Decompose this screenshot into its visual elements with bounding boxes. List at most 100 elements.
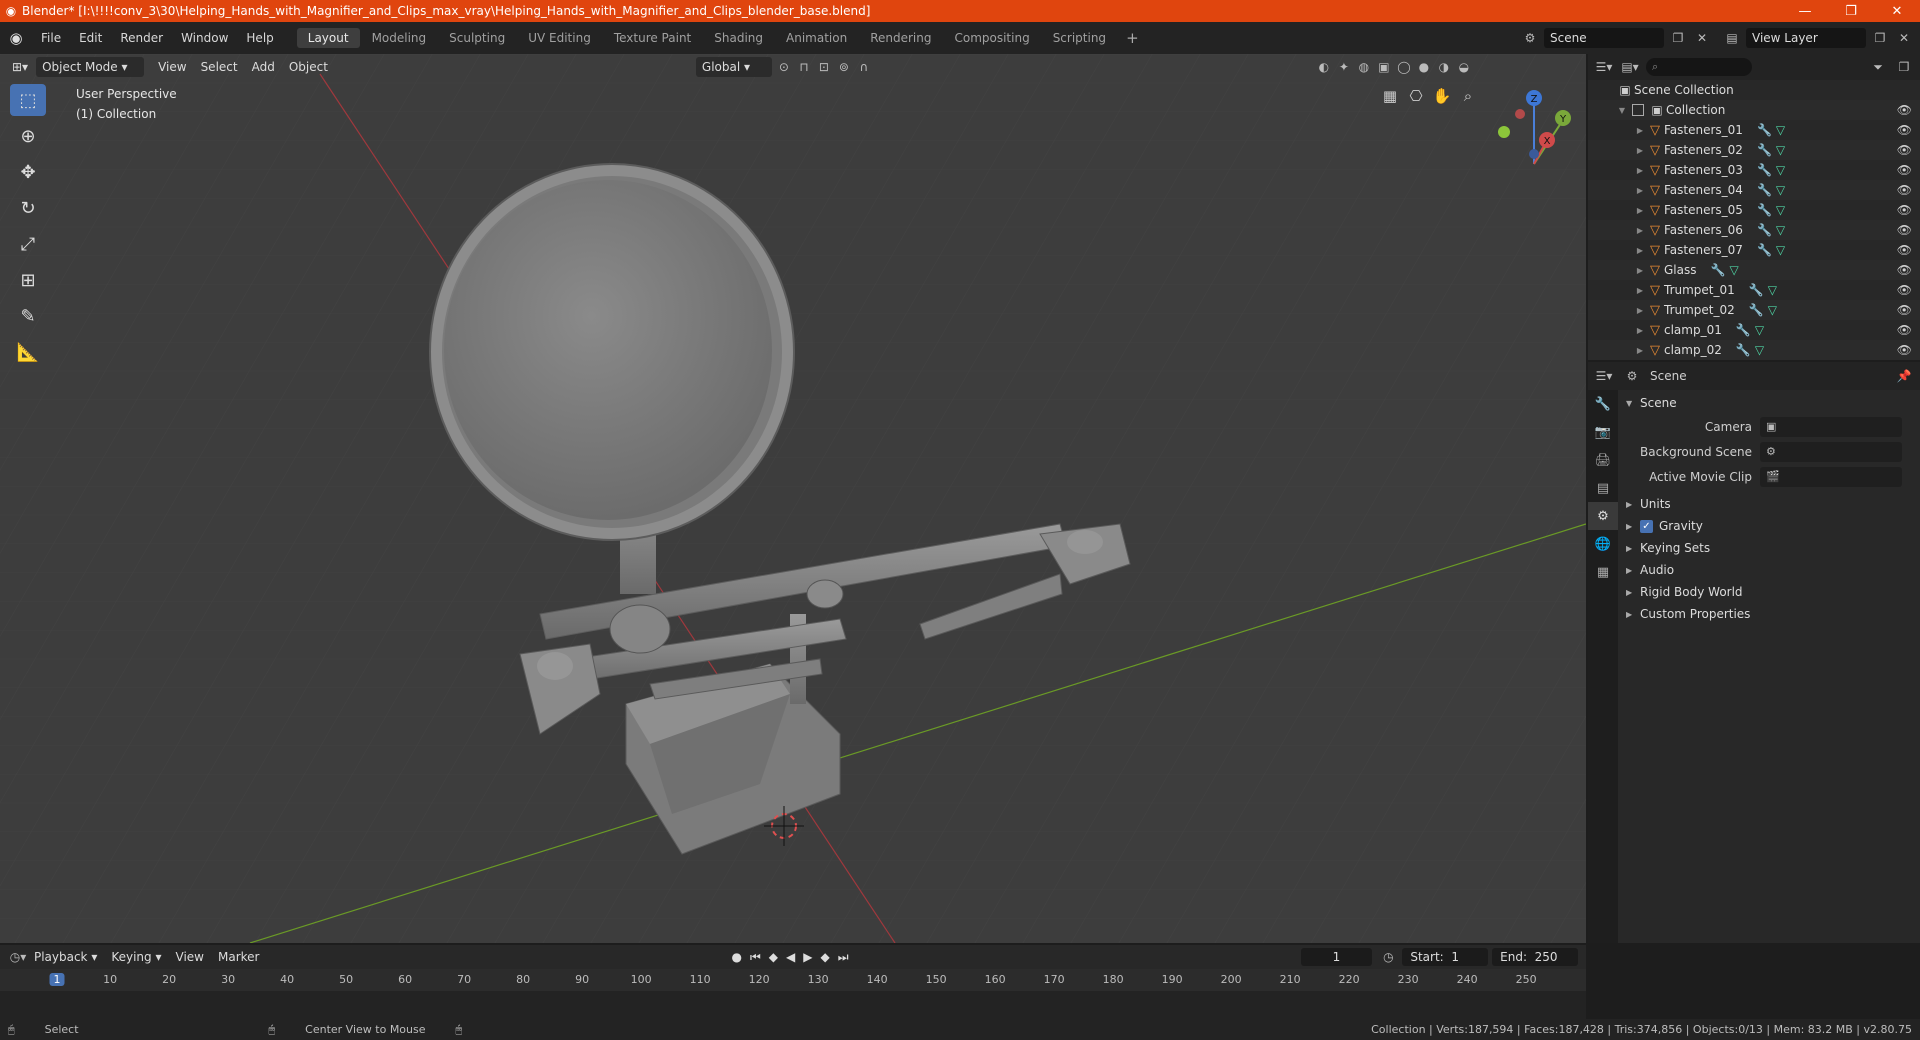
tab-layout[interactable]: Layout (296, 28, 360, 48)
overlay-toggle-icon[interactable]: ◍ (1354, 57, 1374, 77)
outliner-row-clamp-01[interactable]: ▶ ▽ clamp_01 🔧 ▽ 👁 (1588, 320, 1920, 340)
modifier-icon[interactable]: 🔧 (1749, 303, 1764, 317)
modifier-icon[interactable]: 🔧 (1749, 283, 1764, 297)
render-tab-icon[interactable]: 📷 (1588, 418, 1618, 446)
mesh-data-icon[interactable]: ▽ (1768, 283, 1777, 297)
eye-icon[interactable]: 👁 (1897, 303, 1912, 317)
expand-collection-icon[interactable]: ▼ (1616, 106, 1628, 115)
outliner-row-fasteners-05[interactable]: ▶ ▽ Fasteners_05 🔧 ▽ 👁 (1588, 200, 1920, 220)
outliner-row-clamp-02[interactable]: ▶ ▽ clamp_02 🔧 ▽ 👁 (1588, 340, 1920, 360)
gravity-checkbox[interactable]: ✓ (1640, 519, 1653, 533)
camera-view-icon[interactable]: ⎔ (1406, 86, 1426, 106)
new-scene-icon[interactable]: ❐ (1668, 28, 1688, 48)
audio-panel-header[interactable]: ▶ Audio (1620, 559, 1920, 581)
eye-icon[interactable]: 👁 (1897, 323, 1912, 337)
outliner-search-input[interactable]: ⌕ (1646, 58, 1752, 76)
toggle-perspective-icon[interactable]: ▦ (1380, 86, 1400, 106)
mesh-data-icon[interactable]: ▽ (1768, 303, 1777, 317)
display-mode-icon[interactable]: ▤▾ (1620, 57, 1640, 77)
transform-tool-icon[interactable]: ⊞ (10, 264, 46, 296)
mesh-data-icon[interactable]: ▽ (1729, 263, 1738, 277)
outliner-row-trumpet-02[interactable]: ▶ ▽ Trumpet_02 🔧 ▽ 👁 (1588, 300, 1920, 320)
tab-texture-paint[interactable]: Texture Paint (603, 28, 702, 48)
tab-modeling[interactable]: Modeling (361, 28, 438, 48)
menu-select[interactable]: Select (195, 57, 244, 77)
current-frame-field[interactable]: 1 (1300, 948, 1373, 966)
minimize-button[interactable]: — (1782, 4, 1828, 19)
end-frame-field[interactable]: End: 250 (1492, 948, 1578, 966)
menu-file[interactable]: File (32, 31, 70, 45)
eye-icon[interactable]: 👁 (1897, 143, 1912, 157)
tab-uv-editing[interactable]: UV Editing (517, 28, 602, 48)
3d-viewport[interactable]: Z Y X ⊞▾ Object Mode ▾ View Select Add O… (0, 54, 1586, 943)
eye-icon[interactable]: 👁 (1897, 183, 1912, 197)
gravity-panel-header[interactable]: ▶ ✓ Gravity (1620, 515, 1920, 537)
menu-edit[interactable]: Edit (70, 31, 111, 45)
play-reverse-icon[interactable]: ◀ (782, 950, 799, 964)
mesh-data-icon[interactable]: ▽ (1755, 323, 1764, 337)
measure-tool-icon[interactable]: 📐 (10, 336, 46, 368)
tab-shading[interactable]: Shading (703, 28, 774, 48)
visibility-icon[interactable]: ◐ (1314, 57, 1334, 77)
units-panel-header[interactable]: ▶ Units (1620, 493, 1920, 515)
scene-icon[interactable]: ⚙ (1520, 28, 1540, 48)
play-icon[interactable]: ▶ (799, 950, 816, 964)
timeline-ruler[interactable]: 1 10 20 30 40 50 60 70 80 90 100 110 120 130 140 150 160… (0, 969, 1586, 991)
keying-sets-panel-header[interactable]: ▶ Keying Sets (1620, 537, 1920, 559)
jump-end-icon[interactable]: ⏭ (834, 950, 853, 965)
expand-icon[interactable]: ▶ (1634, 226, 1646, 235)
modifier-icon[interactable]: 🔧 (1757, 183, 1772, 197)
menu-view[interactable]: View (152, 57, 192, 77)
close-button[interactable]: ✕ (1874, 4, 1920, 19)
expand-icon[interactable]: ▶ (1634, 166, 1646, 175)
mesh-data-icon[interactable]: ▽ (1776, 203, 1785, 217)
tab-scripting[interactable]: Scripting (1042, 28, 1117, 48)
tab-rendering[interactable]: Rendering (859, 28, 942, 48)
preview-range-icon[interactable]: ◷ (1378, 947, 1398, 967)
modifier-icon[interactable]: 🔧 (1757, 203, 1772, 217)
new-view-layer-icon[interactable]: ❐ (1870, 28, 1890, 48)
mesh-data-icon[interactable]: ▽ (1776, 143, 1785, 157)
tab-compositing[interactable]: Compositing (943, 28, 1040, 48)
expand-icon[interactable]: ▶ (1634, 286, 1646, 295)
blender-menu-icon[interactable]: ◉ (0, 29, 32, 47)
filter-icon[interactable]: ⏷ (1868, 57, 1888, 77)
annotate-tool-icon[interactable]: ✎ (10, 300, 46, 332)
scale-tool-icon[interactable]: ⤢ (10, 228, 46, 260)
start-frame-field[interactable]: Start: 1 (1402, 948, 1489, 966)
expand-icon[interactable]: ▶ (1634, 326, 1646, 335)
outliner-row-fasteners-03[interactable]: ▶ ▽ Fasteners_03 🔧 ▽ 👁 (1588, 160, 1920, 180)
properties-editor-type-icon[interactable]: ☰▾ (1594, 366, 1614, 386)
outliner-row-fasteners-01[interactable]: ▶ ▽ Fasteners_01 🔧 ▽ 👁 (1588, 120, 1920, 140)
eye-icon[interactable]: 👁 (1897, 343, 1912, 357)
pin-icon[interactable]: 📌 (1894, 366, 1914, 386)
pan-view-icon[interactable]: ✋ (1432, 86, 1452, 106)
eye-icon[interactable]: 👁 (1897, 223, 1912, 237)
expand-icon[interactable]: ▶ (1634, 186, 1646, 195)
material-shading-icon[interactable]: ◑ (1434, 57, 1454, 77)
maximize-button[interactable]: ❐ (1828, 4, 1874, 19)
modifier-icon[interactable]: 🔧 (1757, 243, 1772, 257)
modifier-icon[interactable]: 🔧 (1757, 223, 1772, 237)
expand-icon[interactable]: ▶ (1634, 246, 1646, 255)
new-collection-icon[interactable]: ❐ (1894, 57, 1914, 77)
eye-icon[interactable]: 👁 (1897, 203, 1912, 217)
cursor-tool-icon[interactable]: ⊕ (10, 120, 46, 152)
jump-start-icon[interactable]: ⏮ (746, 950, 765, 965)
modifier-icon[interactable]: 🔧 (1757, 143, 1772, 157)
view-layer-selector[interactable]: View Layer (1746, 28, 1866, 48)
solid-shading-icon[interactable]: ● (1414, 57, 1434, 77)
view-layer-tab-icon[interactable]: ▤ (1588, 474, 1618, 502)
view-layer-icon[interactable]: ▤ (1722, 28, 1742, 48)
mesh-data-icon[interactable]: ▽ (1776, 183, 1785, 197)
tab-sculpting[interactable]: Sculpting (438, 28, 516, 48)
outliner-row-glass[interactable]: ▶ ▽ Glass 🔧 ▽ 👁 (1588, 260, 1920, 280)
expand-icon[interactable]: ▶ (1634, 266, 1646, 275)
gizmo-toggle-icon[interactable]: ✦ (1334, 57, 1354, 77)
mesh-data-icon[interactable]: ▽ (1776, 163, 1785, 177)
menu-object[interactable]: Object (283, 57, 334, 77)
wireframe-shading-icon[interactable]: ◯ (1394, 57, 1414, 77)
next-keyframe-icon[interactable]: ◆ (816, 950, 833, 964)
proportional-editing-icon[interactable]: ⊚ (834, 57, 854, 77)
menu-keying[interactable]: Keying ▾ (105, 947, 167, 967)
